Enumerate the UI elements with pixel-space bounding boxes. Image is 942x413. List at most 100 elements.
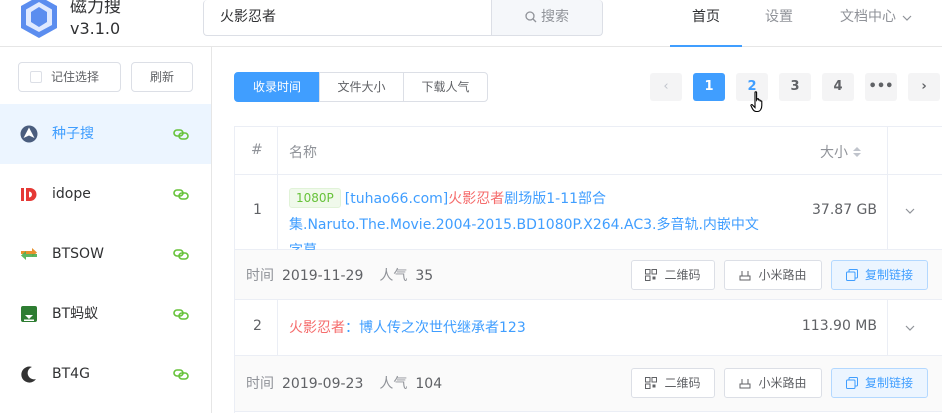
remember-selection-checkbox[interactable]: 记住选择 [18,62,121,92]
title-prefix: [tuhao66.com] [344,191,449,207]
search-icon [525,11,537,23]
search-input[interactable]: 火影忍者 [203,0,491,36]
sidebar-item-label: BTSOW [52,246,104,262]
idope-icon [21,188,37,201]
chevron-down-icon [902,15,912,21]
hand-cursor-icon [750,91,763,113]
link-icon[interactable] [172,125,190,143]
file-size: 113.90 MB [801,318,877,334]
table-row[interactable]: 2 火影忍者：博人传之次世代继承者123 113.90 MB [235,300,942,356]
file-size: 37.87 GB [812,202,877,218]
copy-link-label: 复制链接 [864,268,913,282]
sort-caret-icon [853,147,861,157]
bt-ant-icon [21,306,37,322]
column-header-index: # [251,142,263,158]
router-icon [739,270,751,280]
quality-tag: 1080P [289,188,341,208]
qr-code-button[interactable]: 二维码 [631,368,715,398]
qr-code-button[interactable]: 二维码 [631,260,715,290]
sidebar-item-label: BT蚂蚁 [52,306,99,322]
copy-link-button[interactable]: 复制链接 [831,260,928,290]
row-index: 1 [253,202,262,218]
sidebar-item-label: BT4G [52,366,90,382]
popularity-value: 104 [415,376,443,392]
pagination-page-1[interactable]: 1 [693,73,725,101]
table-header: # 名称 大小 [235,127,942,175]
app-name: 磁力搜 [70,0,121,17]
xiaomi-router-label: 小米路由 [758,268,807,282]
popularity-label: 人气 [379,376,408,392]
checkbox-icon [30,70,42,83]
pagination-page-3[interactable]: 3 [779,73,811,101]
column-divider [277,175,278,250]
copy-link-label: 复制链接 [864,376,913,390]
time-label: 时间 [246,376,274,392]
qr-code-label: 二维码 [664,376,701,390]
row-index: 2 [253,318,262,334]
sidebar-item-label: 种子搜 [52,126,94,142]
sidebar-item-bt4g[interactable]: BT4G [0,344,211,404]
title-highlight: 火影忍者 [448,191,505,207]
xiaomi-router-button[interactable]: 小米路由 [724,260,822,290]
copy-link-button[interactable]: 复制链接 [831,368,928,398]
link-icon[interactable] [172,185,190,203]
column-header-size-label: 大小 [820,145,848,161]
xiaomi-router-label: 小米路由 [758,376,807,390]
sidebar-item-idope[interactable]: idope [0,164,211,224]
result-title-link[interactable]: 火影忍者：博人传之次世代继承者123 [289,315,765,341]
expand-chevron-icon[interactable] [905,325,915,331]
sort-by-time-button[interactable]: 收录时间 [234,72,320,102]
results-table: # 名称 大小 1 1080P [tuhao66.com]火影忍者剧场版1-11部… [234,126,942,413]
copy-icon [845,376,858,389]
time-label: 时间 [246,268,274,284]
router-icon [739,378,751,388]
sidebar-item-label: idope [52,186,91,202]
column-divider [887,127,888,175]
app-version: v3.1.0 [70,19,121,38]
search-button[interactable]: 搜索 [491,0,603,36]
remember-selection-label: 记住选择 [51,70,100,84]
sort-by-popularity-button[interactable]: 下载人气 [403,72,488,102]
link-icon[interactable] [172,365,190,383]
pagination-more[interactable]: ••• [865,73,897,101]
qr-code-icon [645,376,658,389]
column-divider [277,127,278,175]
table-row-meta: 时间 2019-11-29 人气 35 二维码 小米路由 复制链接 [235,250,942,300]
expand-chevron-icon[interactable] [905,208,915,214]
sort-button-group: 收录时间 文件大小 下载人气 [234,72,488,102]
qr-code-label: 二维码 [664,268,701,282]
pagination-prev[interactable]: ‹ [650,73,682,101]
time-value: 2019-11-29 [282,268,364,284]
row-meta: 时间 2019-09-23 人气 104 [246,373,442,393]
app-window: 磁力搜 v3.1.0 火影忍者 搜索 首页 设置 文档中心 记住选择 刷新 种子… [0,0,942,413]
sort-by-size-button[interactable]: 文件大小 [319,72,404,102]
link-icon[interactable] [172,305,190,323]
btsow-icon [21,248,37,260]
sidebar-item-btsow[interactable]: BTSOW [0,224,211,284]
torrent-search-icon [20,125,38,143]
refresh-button[interactable]: 刷新 [131,62,193,92]
nav-docs[interactable]: 文档中心 [826,0,926,47]
main-content: 收录时间 文件大小 下载人气 ‹ 1 2 3 4 ••• › # 名称 大小 1… [213,47,942,413]
table-row[interactable]: 1 1080P [tuhao66.com]火影忍者剧场版1-11部合集.Narut… [235,175,942,259]
nav-settings[interactable]: 设置 [752,0,806,47]
column-divider [887,175,888,250]
table-row-meta: 时间 2019-09-23 人气 104 二维码 小米路由 复制链接 [235,356,942,412]
search-button-label: 搜索 [541,9,569,25]
sidebar: 记住选择 刷新 种子搜 idope BTSOW BT蚂蚁 BT4G [0,47,212,413]
time-value: 2019-09-23 [282,376,364,392]
nav-home[interactable]: 首页 [670,0,742,47]
bt4g-icon [21,366,36,383]
pagination-page-4[interactable]: 4 [822,73,854,101]
sidebar-item-zhongzisou[interactable]: 种子搜 [0,104,211,164]
nav-docs-label: 文档中心 [840,9,896,25]
column-header-size[interactable]: 大小 [820,142,862,162]
title-highlight: 火影忍者 [289,320,345,336]
sidebar-item-bt-ant[interactable]: BT蚂蚁 [0,284,211,344]
pagination-next[interactable]: › [908,73,940,101]
xiaomi-router-button[interactable]: 小米路由 [724,368,822,398]
qr-code-icon [645,268,658,281]
column-divider [887,300,888,356]
header: 磁力搜 v3.1.0 火影忍者 搜索 首页 设置 文档中心 [0,0,942,47]
link-icon[interactable] [172,245,190,263]
